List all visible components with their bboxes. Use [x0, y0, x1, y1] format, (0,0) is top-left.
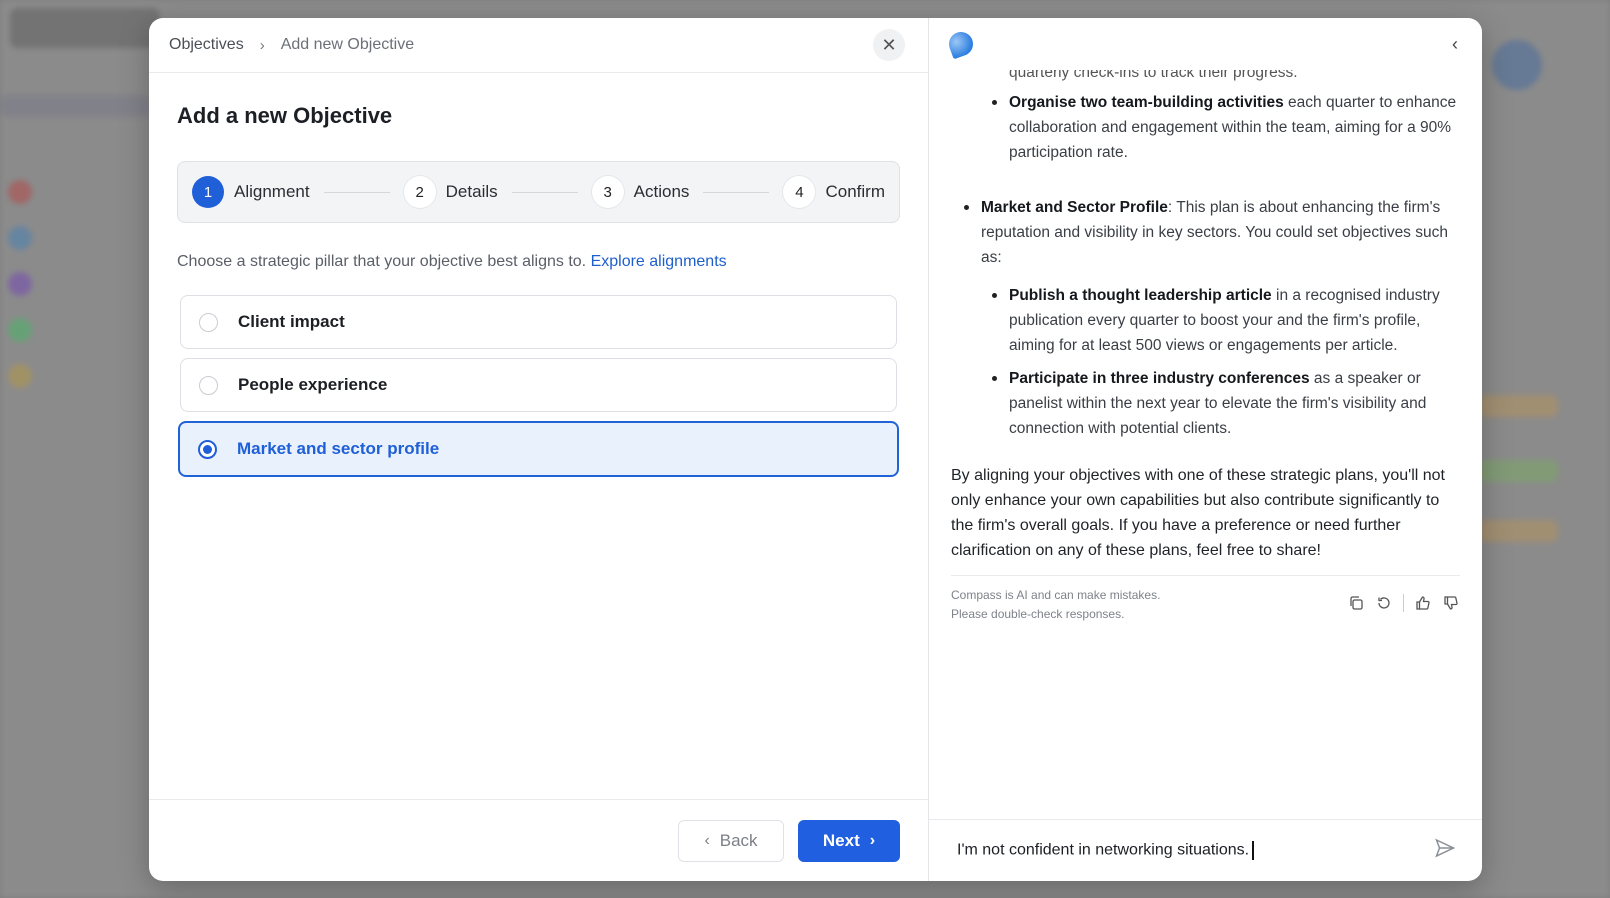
chat-closing-paragraph: By aligning your objectives with one of … — [951, 467, 1445, 559]
option-people-experience[interactable]: People experience — [180, 358, 897, 412]
step-divider — [511, 191, 578, 193]
step-label: Actions — [633, 182, 690, 201]
option-label: Client impact — [238, 312, 345, 331]
list-item-title: Organise two team-building activities — [1009, 94, 1284, 111]
send-icon[interactable] — [1434, 837, 1456, 864]
thumbs-down-icon[interactable] — [1442, 594, 1460, 612]
step-label: Alignment — [234, 182, 310, 201]
step-number: 2 — [403, 176, 436, 208]
compass-logo-icon — [945, 28, 977, 60]
message-field[interactable]: I'm not confident in networking situatio… — [957, 841, 1255, 860]
disclaimer-line: Compass is AI and can make mistakes. — [951, 588, 1161, 602]
collapse-panel-icon[interactable]: ‹ — [1452, 34, 1458, 55]
step-number: 1 — [192, 176, 224, 208]
step-number: 4 — [783, 176, 816, 208]
list-item: Market and Sector Profile: This plan is … — [964, 195, 1460, 270]
radio-button[interactable] — [199, 312, 218, 332]
divider — [1403, 594, 1404, 612]
breadcrumb: Objectives › Add new Objective ✕ — [149, 18, 928, 73]
option-label: People experience — [238, 375, 388, 394]
hint-text: Choose a strategic pillar that your obje… — [177, 253, 587, 270]
back-button[interactable]: ‹ Back — [678, 819, 784, 862]
alignment-hint: Choose a strategic pillar that your obje… — [177, 253, 900, 271]
radio-button-selected[interactable] — [198, 439, 217, 459]
list-item: Publish a thought leadership article in … — [992, 283, 1460, 358]
response-actions — [1347, 594, 1460, 612]
list-item: Organise two team-building activities ea… — [992, 90, 1460, 165]
add-objective-modal: Objectives › Add new Objective ✕ Add a n… — [149, 18, 1482, 881]
list-item: Participate in three industry conference… — [992, 366, 1460, 441]
next-label: Next — [822, 830, 860, 850]
chevron-left-icon: ‹ — [704, 831, 710, 849]
thumbs-up-icon[interactable] — [1414, 594, 1432, 612]
step-divider — [703, 191, 770, 193]
breadcrumb-current: Add new Objective — [280, 36, 415, 53]
chat-text: quarterly check-ins to track their progr… — [1009, 70, 1298, 81]
list-item-title: Market and Sector Profile — [981, 199, 1168, 216]
close-button[interactable]: ✕ — [873, 29, 905, 61]
assistant-header: ‹ — [929, 18, 1482, 70]
wizard-footer: ‹ Back Next › — [149, 799, 928, 881]
back-label: Back — [719, 830, 758, 850]
step-divider — [323, 191, 390, 193]
next-button[interactable]: Next › — [798, 819, 900, 862]
breadcrumb-objectives[interactable]: Objectives — [169, 36, 244, 54]
radio-button[interactable] — [199, 375, 218, 395]
close-icon: ✕ — [881, 34, 897, 55]
message-text: I'm not confident in networking situatio… — [957, 841, 1250, 859]
page-title: Add a new Objective — [177, 103, 393, 128]
step-actions[interactable]: 3 Actions — [591, 176, 690, 208]
step-number: 3 — [591, 176, 624, 208]
step-label: Details — [445, 182, 498, 201]
regenerate-icon[interactable] — [1375, 594, 1393, 612]
option-market-sector-profile[interactable]: Market and sector profile — [178, 421, 899, 477]
wizard-content: Add a new Objective 1 Alignment 2 Detail… — [149, 73, 928, 799]
chat-messages: quarterly check-ins to track their progr… — [929, 70, 1482, 819]
list-item-title: Participate in three industry conference… — [1009, 370, 1310, 387]
step-alignment[interactable]: 1 Alignment — [192, 176, 310, 208]
objective-wizard: Objectives › Add new Objective ✕ Add a n… — [149, 18, 929, 881]
assistant-panel: ‹ quarterly check-ins to track their pro… — [929, 18, 1482, 881]
disclaimer-line: Please double-check responses. — [951, 607, 1125, 621]
step-label: Confirm — [825, 182, 885, 201]
step-confirm[interactable]: 4 Confirm — [783, 176, 885, 208]
copy-icon[interactable] — [1347, 594, 1365, 612]
chat-text-cut: quarterly check-ins to track their progr… — [1009, 70, 1460, 90]
option-label: Market and sector profile — [237, 439, 440, 458]
ai-disclaimer: Compass is AI and can make mistakes. Ple… — [951, 586, 1160, 624]
option-client-impact[interactable]: Client impact — [180, 295, 897, 349]
explore-alignments-link[interactable]: Explore alignments — [591, 253, 727, 270]
chat-input[interactable]: I'm not confident in networking situatio… — [929, 819, 1482, 881]
list-item-title: Publish a thought leadership article — [1009, 287, 1272, 304]
step-details[interactable]: 2 Details — [403, 176, 498, 208]
chevron-right-icon: › — [259, 36, 265, 54]
response-footer: Compass is AI and can make mistakes. Ple… — [951, 575, 1460, 624]
chevron-right-icon: › — [869, 831, 876, 849]
stepper: 1 Alignment 2 Details 3 Actions 4 Confir… — [177, 161, 900, 223]
text-cursor — [1252, 841, 1255, 860]
